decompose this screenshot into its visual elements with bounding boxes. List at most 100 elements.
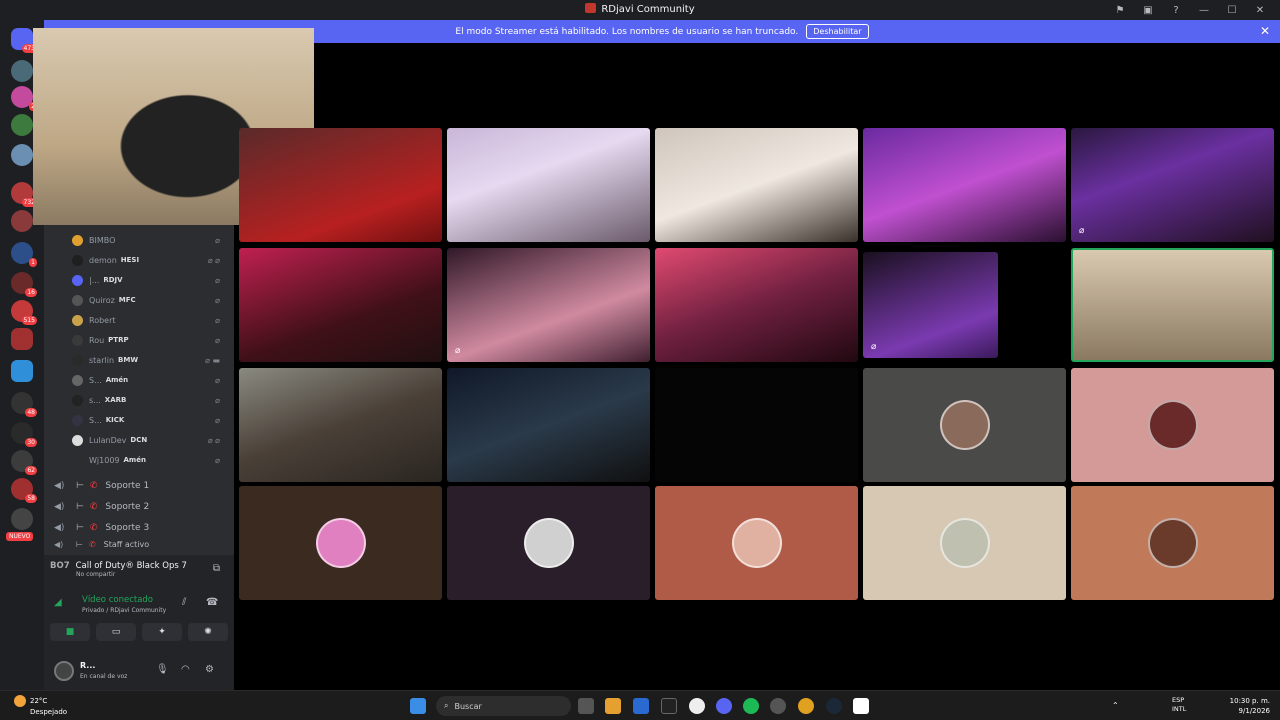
voice-user[interactable]: Robert ⌀ (72, 310, 232, 330)
voice-channel-soporte-2[interactable]: ◀) ⊢ ✆ Soporte 2 (54, 497, 234, 517)
video-tile[interactable] (447, 486, 650, 600)
activities-button[interactable]: ✦ (142, 623, 182, 641)
video-tile[interactable] (655, 128, 858, 242)
headphones-icon[interactable]: ◠ (181, 664, 190, 675)
voice-user[interactable]: Wj1009 Amén ⌀ (72, 450, 232, 470)
server-icon[interactable]: 2 (11, 86, 37, 111)
close-icon[interactable]: ✕ (1260, 24, 1270, 38)
voice-user[interactable]: demon HESI ⌀ ⌀ (72, 250, 232, 270)
server-icon[interactable] (11, 60, 33, 82)
task-view-icon[interactable] (578, 698, 594, 714)
video-tile[interactable]: ⌀ (863, 252, 998, 358)
video-tile[interactable] (239, 368, 442, 482)
mic-icon[interactable]: 🎙 (156, 664, 169, 675)
app-icon[interactable] (770, 698, 786, 714)
video-tile[interactable] (655, 486, 858, 600)
screen-share-icon[interactable]: ⧉ (213, 563, 220, 574)
server-icon[interactable]: 48 (11, 392, 37, 417)
phone-icon: ✆ (89, 502, 98, 512)
minimize-button[interactable]: — (1190, 2, 1218, 18)
start-button[interactable] (410, 698, 426, 714)
voice-user[interactable]: Quiroz MFC ⌀ (72, 290, 232, 310)
server-icon[interactable]: 16 (11, 272, 37, 297)
language-indicator[interactable]: ESP INTL (1172, 696, 1186, 714)
voice-user[interactable]: Rou PTRP ⌀ (72, 330, 232, 350)
inbox-icon[interactable]: ⚑ (1106, 2, 1134, 18)
server-icon[interactable]: 732 (11, 182, 37, 207)
server-icon[interactable] (11, 508, 33, 530)
soundboard-button[interactable]: ✺ (188, 623, 228, 641)
deafen-icon: ⌀ ⌀ (207, 435, 220, 445)
noise-suppression-icon[interactable]: ⫽ (182, 597, 186, 608)
video-tile[interactable]: ⌀ (447, 248, 650, 362)
voice-user[interactable]: LulanDev DCN ⌀ ⌀ (72, 430, 232, 450)
window-title: RDjavi Community (0, 3, 1280, 15)
chevron-up-icon[interactable]: ⌃ (1112, 701, 1119, 710)
video-tile-speaking[interactable] (1071, 248, 1274, 362)
server-icon[interactable]: 515 (11, 300, 37, 325)
server-icon[interactable] (11, 360, 33, 382)
close-window-button[interactable]: ✕ (1246, 2, 1274, 18)
weather-widget[interactable]: 22°C Despejado (14, 695, 67, 717)
video-tile[interactable] (239, 248, 442, 362)
disable-streamer-button[interactable]: Deshabilitar (806, 24, 869, 39)
clock[interactable]: 10:30 p. m. 9/1/2026 (1230, 696, 1270, 716)
video-tile[interactable] (655, 368, 858, 482)
video-tile[interactable] (863, 128, 1066, 242)
screen-icon[interactable]: ▣ (1134, 2, 1162, 18)
video-tile[interactable] (655, 248, 858, 362)
camera-button[interactable]: ■ (50, 623, 90, 641)
avatar (72, 394, 83, 406)
voice-user[interactable]: |... RDJV ⌀ (72, 270, 232, 290)
server-icon[interactable] (11, 210, 33, 232)
mute-icon: ⌀ (455, 346, 461, 356)
server-icon[interactable] (11, 328, 33, 350)
gear-icon[interactable]: ⚙ (205, 664, 214, 675)
server-icon[interactable] (11, 114, 33, 136)
voice-user[interactable]: BIMBO ⌀ (72, 230, 232, 250)
steam-icon[interactable] (826, 698, 842, 714)
avatar[interactable] (54, 661, 74, 681)
voice-user[interactable]: s... XARB ⌀ (72, 390, 232, 410)
speaker-icon: ◀) (54, 523, 65, 533)
discord-icon[interactable] (716, 698, 732, 714)
video-tile[interactable] (447, 368, 650, 482)
video-tile[interactable] (1071, 368, 1274, 482)
app-icon[interactable] (605, 698, 621, 714)
chrome-icon[interactable] (798, 698, 814, 714)
video-tile[interactable] (239, 128, 442, 242)
avatar (1147, 518, 1198, 568)
app-icon[interactable] (689, 698, 705, 714)
voice-user[interactable]: starlin BMW ⌀ ▬ (72, 350, 232, 370)
avatar (939, 518, 990, 568)
app-icon[interactable] (661, 698, 677, 714)
disconnect-icon[interactable]: ☎ (206, 597, 218, 608)
voice-channel-soporte-1[interactable]: ◀) ⊢ ✆ Soporte 1 (54, 476, 234, 496)
video-tile[interactable] (447, 128, 650, 242)
voice-channel-staff[interactable]: ◀) ⊢ ✆ Staff activo (54, 539, 234, 549)
video-tile[interactable] (863, 368, 1066, 482)
video-tile[interactable] (239, 486, 442, 600)
server-icon[interactable] (11, 144, 33, 166)
signal-icon[interactable]: ◢ (54, 597, 62, 608)
maximize-button[interactable]: ☐ (1218, 2, 1246, 18)
server-icon[interactable]: 58 (11, 478, 37, 503)
share-screen-button[interactable]: ▭ (96, 623, 136, 641)
app-icon[interactable] (633, 698, 649, 714)
search-icon: ⌕ (444, 701, 449, 710)
app-icon[interactable] (853, 698, 869, 714)
voice-user[interactable]: S... Amén ⌀ (72, 370, 232, 390)
voice-user[interactable]: S... KICK ⌀ (72, 410, 232, 430)
game-icon: BO7 (50, 561, 70, 571)
server-icon[interactable]: 1 (11, 242, 37, 267)
help-icon[interactable]: ? (1162, 2, 1190, 18)
video-tile[interactable] (1071, 486, 1274, 600)
server-icon[interactable]: 30 (11, 422, 37, 447)
search-box[interactable]: ⌕ Buscar (436, 696, 571, 716)
server-icon[interactable]: 62 (11, 450, 37, 475)
video-tile[interactable]: ⌀ (1071, 128, 1274, 242)
home-button[interactable]: 473 (11, 28, 37, 53)
video-tile[interactable] (863, 486, 1066, 600)
spotify-icon[interactable] (743, 698, 759, 714)
voice-channel-soporte-3[interactable]: ◀) ⊢ ✆ Soporte 3 (54, 518, 234, 538)
